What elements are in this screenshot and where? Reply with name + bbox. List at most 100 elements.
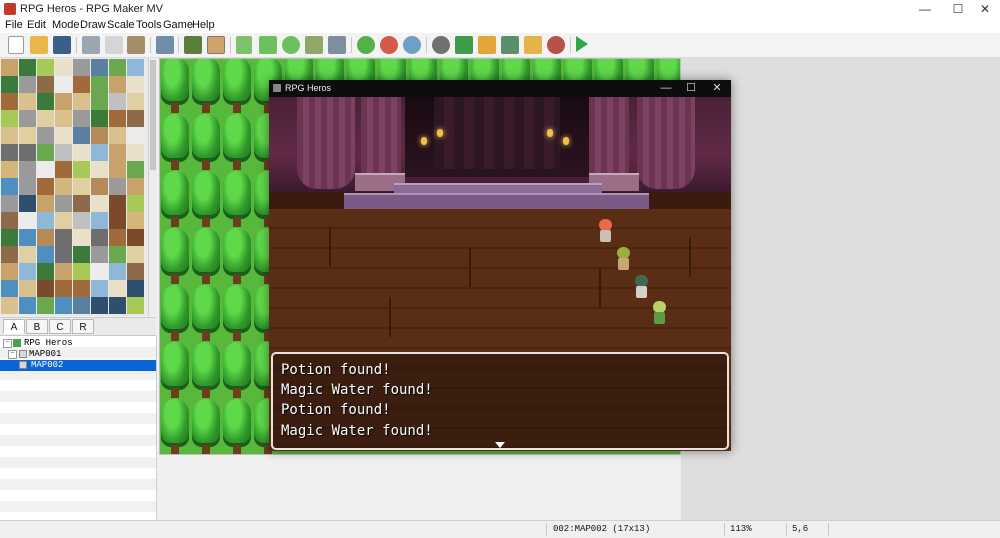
tileset-tile[interactable] xyxy=(37,178,54,195)
tab-a[interactable]: A xyxy=(3,319,25,334)
tileset-tile[interactable] xyxy=(109,195,126,212)
maximize-button[interactable]: ☐ xyxy=(943,0,973,18)
tileset-tile[interactable] xyxy=(109,246,126,263)
tileset-tile[interactable] xyxy=(73,263,90,280)
fill-icon[interactable] xyxy=(305,36,323,54)
tileset-tile[interactable] xyxy=(73,59,90,76)
menu-game[interactable]: Game xyxy=(163,19,193,31)
message-window[interactable]: Potion found! Magic Water found! Potion … xyxy=(271,352,729,450)
menu-mode[interactable]: Mode xyxy=(52,19,80,31)
tileset-tile[interactable] xyxy=(37,229,54,246)
copy-icon[interactable] xyxy=(105,36,123,54)
tileset-tile[interactable] xyxy=(109,229,126,246)
playtest-close-button[interactable]: ✕ xyxy=(705,81,729,96)
tab-c[interactable]: C xyxy=(49,319,71,334)
tileset-tile[interactable] xyxy=(1,127,18,144)
tileset-tile[interactable] xyxy=(73,297,90,314)
tileset-tile[interactable] xyxy=(127,195,144,212)
tileset-tile[interactable] xyxy=(73,246,90,263)
tileset-tile[interactable] xyxy=(91,93,108,110)
close-button[interactable]: ✕ xyxy=(970,0,1000,18)
tileset-tile[interactable] xyxy=(1,263,18,280)
tileset-tile[interactable] xyxy=(91,280,108,297)
tileset-tile[interactable] xyxy=(19,178,36,195)
tileset-tile[interactable] xyxy=(1,297,18,314)
tree-item-map002[interactable]: MAP002 xyxy=(0,360,156,371)
tileset-tile[interactable] xyxy=(73,178,90,195)
tileset-tile[interactable] xyxy=(127,161,144,178)
tileset-tile[interactable] xyxy=(37,297,54,314)
tileset-tile[interactable] xyxy=(19,76,36,93)
tileset-tile[interactable] xyxy=(91,127,108,144)
tileset-tile[interactable] xyxy=(19,59,36,76)
tileset-tile[interactable] xyxy=(73,212,90,229)
minimize-button[interactable]: — xyxy=(910,0,940,18)
tileset-tile[interactable] xyxy=(1,144,18,161)
tileset-tile[interactable] xyxy=(37,212,54,229)
tileset-tile[interactable] xyxy=(91,195,108,212)
tileset-tile[interactable] xyxy=(91,263,108,280)
tileset-tile[interactable] xyxy=(127,178,144,195)
tileset-tile[interactable] xyxy=(19,161,36,178)
event-searcher-icon[interactable] xyxy=(501,36,519,54)
tileset-tile[interactable] xyxy=(91,76,108,93)
tileset-tile[interactable] xyxy=(127,263,144,280)
menu-draw[interactable]: Draw xyxy=(80,19,106,31)
tileset-tile[interactable] xyxy=(109,297,126,314)
tileset-tile[interactable] xyxy=(19,263,36,280)
playtest-icon[interactable] xyxy=(576,36,588,52)
tileset-tile[interactable] xyxy=(1,93,18,110)
tileset-tile[interactable] xyxy=(1,161,18,178)
tileset-tile[interactable] xyxy=(55,59,72,76)
menu-tools[interactable]: Tools xyxy=(136,19,162,31)
shadow-pen-icon[interactable] xyxy=(328,36,346,54)
tileset-tile[interactable] xyxy=(55,93,72,110)
tileset-tile[interactable] xyxy=(37,127,54,144)
tree-item-map001[interactable]: − MAP001 xyxy=(0,349,156,360)
tileset-tile[interactable] xyxy=(55,229,72,246)
tileset-tile[interactable] xyxy=(19,110,36,127)
menu-scale[interactable]: Scale xyxy=(107,19,135,31)
map-mode-icon[interactable] xyxy=(184,36,202,54)
tileset-tile[interactable] xyxy=(55,110,72,127)
tileset-tile[interactable] xyxy=(109,161,126,178)
tileset-tile[interactable] xyxy=(127,110,144,127)
actual-size-icon[interactable] xyxy=(403,36,421,54)
tileset-tile[interactable] xyxy=(19,212,36,229)
tileset-tile[interactable] xyxy=(73,195,90,212)
tileset-tile[interactable] xyxy=(1,280,18,297)
tileset-tile[interactable] xyxy=(37,195,54,212)
tileset-tile[interactable] xyxy=(73,144,90,161)
collapse-icon[interactable]: − xyxy=(3,339,12,348)
tileset-tile[interactable] xyxy=(109,110,126,127)
tileset-tile[interactable] xyxy=(109,280,126,297)
tileset-scroll-thumb[interactable] xyxy=(150,60,156,170)
tileset-tile[interactable] xyxy=(37,161,54,178)
tileset-tile[interactable] xyxy=(55,161,72,178)
tab-b[interactable]: B xyxy=(26,319,48,334)
tileset-tile[interactable] xyxy=(73,93,90,110)
playtest-maximize-button[interactable]: ☐ xyxy=(679,81,703,96)
tileset-tile[interactable] xyxy=(109,59,126,76)
tileset-tile[interactable] xyxy=(1,246,18,263)
database-icon[interactable] xyxy=(432,36,450,54)
resource-manager-icon[interactable] xyxy=(524,36,542,54)
tileset-tile[interactable] xyxy=(37,110,54,127)
tileset-tile[interactable] xyxy=(1,212,18,229)
tileset-tile[interactable] xyxy=(91,144,108,161)
tileset-tile[interactable] xyxy=(91,161,108,178)
tileset-tile[interactable] xyxy=(19,93,36,110)
tileset-tile[interactable] xyxy=(37,59,54,76)
playtest-minimize-button[interactable]: — xyxy=(654,81,678,96)
tileset-tile[interactable] xyxy=(55,195,72,212)
open-project-icon[interactable] xyxy=(30,36,48,54)
tileset-tile[interactable] xyxy=(127,144,144,161)
tileset-tile[interactable] xyxy=(73,127,90,144)
event-mode-icon[interactable] xyxy=(207,36,225,54)
tileset-tile[interactable] xyxy=(127,280,144,297)
tileset-tile[interactable] xyxy=(91,59,108,76)
tileset-tile[interactable] xyxy=(1,178,18,195)
paste-icon[interactable] xyxy=(127,36,145,54)
tileset-tile[interactable] xyxy=(91,229,108,246)
tileset-tile[interactable] xyxy=(55,178,72,195)
